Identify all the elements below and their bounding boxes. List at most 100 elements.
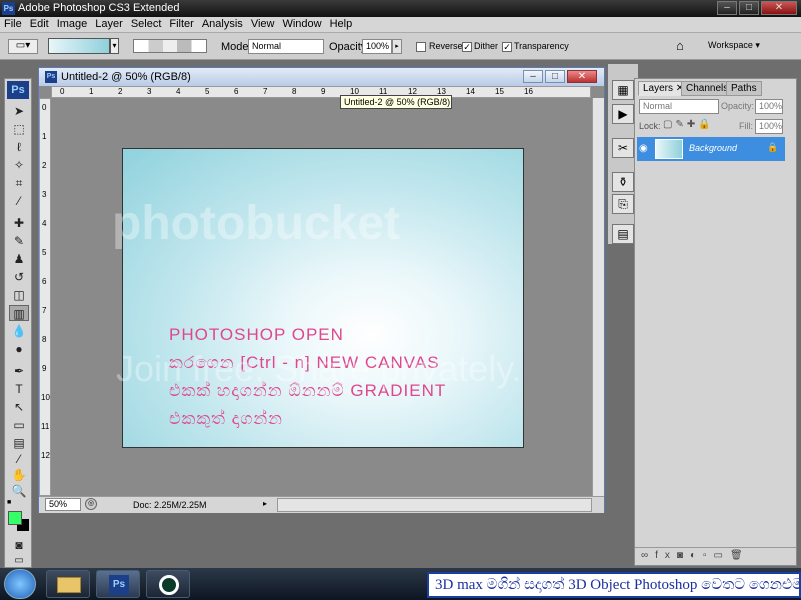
status-info-icon[interactable]: ◎ <box>85 498 97 510</box>
maximize-button[interactable]: □ <box>739 1 759 15</box>
menu-edit[interactable]: Edit <box>26 17 53 31</box>
hand-tool-icon[interactable]: ✋ <box>9 467 29 483</box>
gradient-dropdown-chevron-icon[interactable]: ▾ <box>110 38 119 54</box>
menu-analysis[interactable]: Analysis <box>198 17 247 31</box>
quick-mask-icon[interactable]: ◙ <box>9 537 29 553</box>
magic-wand-tool-icon[interactable]: ✧ <box>9 157 29 173</box>
brushes-panel-icon[interactable]: ⚱ <box>612 172 634 192</box>
reverse-checkbox[interactable] <box>416 42 426 52</box>
opacity-input[interactable]: 100% <box>362 39 392 54</box>
marquee-tool-icon[interactable]: ⬚ <box>9 121 29 137</box>
horizontal-scrollbar[interactable] <box>277 498 592 512</box>
toolbox: Ps ➤ ⬚ ℓ ✧ ⌗ ⁄ ✚ ✎ ♟ ↺ ◫ ▥ 💧 ● ✒ T ↖ ▭ ▤… <box>4 78 32 568</box>
document-tooltip: Untitled-2 @ 50% (RGB/8) <box>340 95 452 109</box>
notes-tool-icon[interactable]: ▤ <box>9 435 29 451</box>
brush-tool-icon[interactable]: ✎ <box>9 233 29 249</box>
ruler-tick: 0 <box>60 87 65 96</box>
bridge-icon[interactable]: ⌂ <box>676 38 694 54</box>
layers-footer-icons[interactable]: ∞fx◙◐▫▭🗑 <box>635 547 796 565</box>
watermark-text: photobucket <box>112 197 400 250</box>
ruler-tick: 1 <box>42 132 47 141</box>
tool-preset-picker[interactable]: ▭▾ <box>8 39 38 54</box>
ruler-tick: 16 <box>524 87 533 96</box>
eraser-tool-icon[interactable]: ◫ <box>9 287 29 303</box>
menu-image[interactable]: Image <box>53 17 92 31</box>
menu-help[interactable]: Help <box>326 17 357 31</box>
layer-comps-panel-icon[interactable]: ▤ <box>612 224 634 244</box>
tool-presets-panel-icon[interactable]: ✂ <box>612 138 634 158</box>
app-taskbar-icon[interactable] <box>146 570 190 598</box>
lock-icons[interactable]: ▢✎✚🔒 <box>663 119 714 130</box>
status-arrow-icon[interactable]: ▸ <box>263 499 273 511</box>
canvas[interactable]: PHOTOSHOP OPEN කරගෙන [Ctrl - n] NEW CANV… <box>122 148 524 448</box>
blend-mode-select[interactable]: Normal <box>639 99 719 114</box>
dither-checkbox[interactable]: ✓ <box>462 42 472 52</box>
vertical-scrollbar[interactable] <box>592 98 604 496</box>
menu-window[interactable]: Window <box>278 17 325 31</box>
move-tool-icon[interactable]: ➤ <box>9 103 29 119</box>
healing-brush-tool-icon[interactable]: ✚ <box>9 215 29 231</box>
menu-filter[interactable]: Filter <box>165 17 197 31</box>
canvas-text-line: එකකුත් දාගන්න <box>169 409 283 428</box>
photoshop-logo-icon: Ps <box>7 81 29 99</box>
clone-stamp-tool-icon[interactable]: ♟ <box>9 251 29 267</box>
menu-file[interactable]: File <box>0 17 26 31</box>
mode-select[interactable]: Normal <box>248 39 324 54</box>
zoom-level[interactable]: 50% <box>45 498 81 511</box>
menu-select[interactable]: Select <box>127 17 166 31</box>
type-tool-icon[interactable]: T <box>9 381 29 397</box>
lock-label: Lock: <box>639 121 661 131</box>
ruler-tick: 15 <box>495 87 504 96</box>
transparency-checkbox[interactable]: ✓ <box>502 42 512 52</box>
gradient-type-buttons[interactable] <box>133 39 207 53</box>
navigator-panel-icon[interactable]: ▦ <box>612 80 634 100</box>
start-button[interactable] <box>4 569 36 599</box>
opacity-slider-arrow-icon[interactable]: ▸ <box>392 39 402 54</box>
ruler-tick: 6 <box>42 277 47 286</box>
ruler-tick: 9 <box>42 364 47 373</box>
document-ps-icon: Ps <box>45 71 57 83</box>
photoshop-taskbar-icon[interactable]: Ps <box>96 570 140 598</box>
default-colors-icon[interactable]: ■ <box>7 499 15 507</box>
path-selection-tool-icon[interactable]: ↖ <box>9 399 29 415</box>
menu-view[interactable]: View <box>247 17 279 31</box>
ruler-tick: 4 <box>176 87 181 96</box>
layer-opacity-input[interactable]: 100% <box>755 99 783 114</box>
layer-thumbnail <box>655 139 683 159</box>
gradient-preview[interactable] <box>48 38 110 54</box>
clone-source-panel-icon[interactable]: ⎘ <box>612 194 634 214</box>
close-button[interactable]: ✕ <box>761 1 797 15</box>
ruler-tick: 7 <box>42 306 47 315</box>
history-brush-tool-icon[interactable]: ↺ <box>9 269 29 285</box>
screen-mode-icon[interactable]: ▭ <box>9 553 29 569</box>
minimize-button[interactable]: – <box>717 1 737 15</box>
tab-paths[interactable]: Paths <box>726 81 762 96</box>
doc-size-info: Doc: 2.25M/2.25M <box>133 500 207 510</box>
photoshop-logo-icon: Ps <box>109 575 129 595</box>
doc-close-button[interactable]: ✕ <box>567 70 597 83</box>
crop-tool-icon[interactable]: ⌗ <box>9 175 29 191</box>
mode-label: Mode: <box>221 41 252 53</box>
canvas-text-line: PHOTOSHOP OPEN <box>169 325 344 344</box>
workspace-menu[interactable]: Workspace ▾ <box>708 40 760 51</box>
eyedropper-tool-icon[interactable]: ⁄ <box>9 193 29 209</box>
menu-layer[interactable]: Layer <box>91 17 127 31</box>
fill-input[interactable]: 100% <box>755 119 783 134</box>
lasso-tool-icon[interactable]: ℓ <box>9 139 29 155</box>
eye-icon[interactable]: ◉ <box>639 143 651 155</box>
actions-panel-icon[interactable]: ▶ <box>612 104 634 124</box>
eyedropper-sample-tool-icon[interactable]: ⁄ <box>9 451 29 467</box>
doc-minimize-button[interactable]: – <box>523 70 543 83</box>
layer-row[interactable]: ◉ Background 🔒 <box>637 137 785 161</box>
explorer-taskbar-icon[interactable] <box>46 570 90 598</box>
gradient-tool-icon[interactable]: ▥ <box>9 305 29 321</box>
shape-tool-icon[interactable]: ▭ <box>9 417 29 433</box>
foreground-color-swatch[interactable] <box>8 511 22 525</box>
pen-tool-icon[interactable]: ✒ <box>9 363 29 379</box>
dodge-tool-icon[interactable]: ● <box>9 341 29 357</box>
zoom-tool-icon[interactable]: 🔍 <box>9 483 29 499</box>
blur-tool-icon[interactable]: 💧 <box>9 323 29 339</box>
transparency-label: Transparency <box>514 41 569 51</box>
document-window: Ps Untitled-2 @ 50% (RGB/8) – □ ✕ 0 1 2 … <box>38 67 605 513</box>
doc-maximize-button[interactable]: □ <box>545 70 565 83</box>
